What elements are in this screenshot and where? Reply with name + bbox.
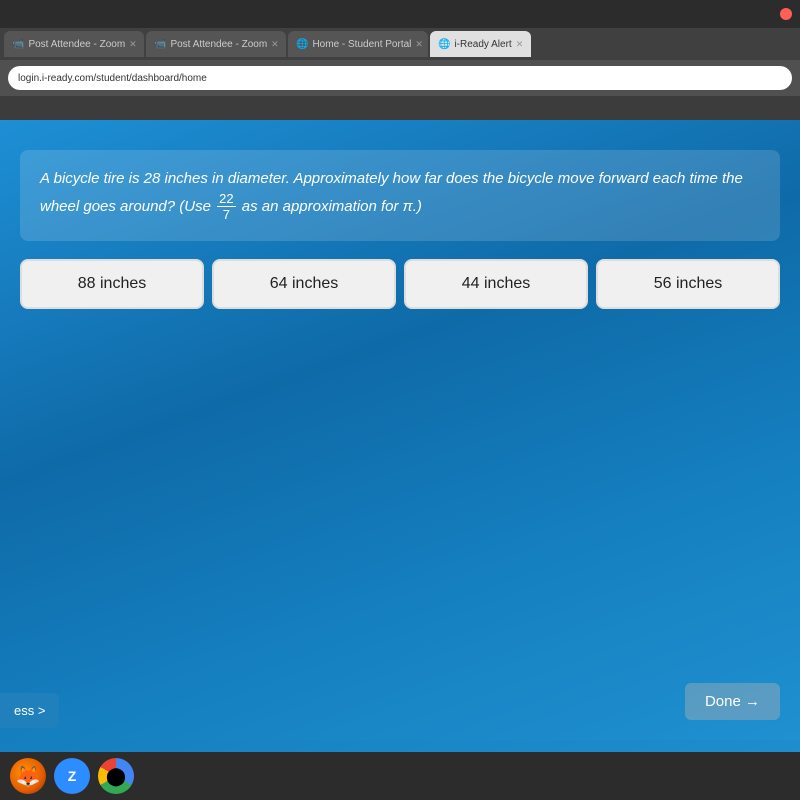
close-icon[interactable] bbox=[780, 8, 792, 20]
tab-post-attendee-2[interactable]: 📹 Post Attendee - Zoom ✕ bbox=[146, 31, 286, 57]
fraction: 22 7 bbox=[217, 191, 235, 223]
taskbar: 🦊 Z ⬤ bbox=[0, 752, 800, 800]
answer-56-inches[interactable]: 56 inches bbox=[596, 259, 780, 309]
tab-close-3[interactable]: ✕ bbox=[415, 39, 423, 50]
address-bar-row: login.i-ready.com/student/dashboard/home bbox=[0, 60, 800, 96]
answer-64-inches[interactable]: 64 inches bbox=[212, 259, 396, 309]
answer-88-label: 88 inches bbox=[78, 275, 147, 292]
address-bar[interactable]: login.i-ready.com/student/dashboard/home bbox=[8, 66, 792, 90]
done-button[interactable]: Done → bbox=[685, 683, 780, 720]
question-text-part2: as an approximation for π.) bbox=[242, 198, 422, 215]
content-area: A bicycle tire is 28 inches in diameter.… bbox=[0, 120, 800, 740]
tab-icon-3: 🌐 bbox=[296, 39, 308, 50]
answer-44-label: 44 inches bbox=[462, 275, 531, 292]
progress-button[interactable]: ess > bbox=[0, 693, 59, 728]
browser-chrome: 📹 Post Attendee - Zoom ✕ 📹 Post Attendee… bbox=[0, 0, 800, 120]
fraction-denominator: 7 bbox=[221, 207, 232, 223]
answer-44-inches[interactable]: 44 inches bbox=[404, 259, 588, 309]
tab-close-2[interactable]: ✕ bbox=[271, 39, 279, 50]
question-card: A bicycle tire is 28 inches in diameter.… bbox=[20, 150, 780, 241]
answers-row: 88 inches 64 inches 44 inches 56 inches bbox=[20, 259, 780, 309]
answer-88-inches[interactable]: 88 inches bbox=[20, 259, 204, 309]
tab-icon-2: 📹 bbox=[154, 39, 166, 50]
taskbar-chrome-icon[interactable]: ⬤ bbox=[98, 758, 134, 794]
url-text: login.i-ready.com/student/dashboard/home bbox=[18, 73, 207, 84]
answer-64-label: 64 inches bbox=[270, 275, 339, 292]
tab-icon-4: 🌐 bbox=[438, 39, 450, 50]
done-button-label: Done → bbox=[705, 693, 760, 710]
tab-iready-alert[interactable]: 🌐 i-Ready Alert ✕ bbox=[430, 31, 531, 57]
title-bar bbox=[0, 0, 800, 28]
tab-close-4[interactable]: ✕ bbox=[516, 39, 524, 50]
answer-56-label: 56 inches bbox=[654, 275, 723, 292]
taskbar-zoom-icon[interactable]: Z bbox=[54, 758, 90, 794]
tab-post-attendee-1[interactable]: 📹 Post Attendee - Zoom ✕ bbox=[4, 31, 144, 57]
tab-student-portal[interactable]: 🌐 Home - Student Portal ✕ bbox=[288, 31, 428, 57]
taskbar-firefox-icon[interactable]: 🦊 bbox=[10, 758, 46, 794]
fraction-numerator: 22 bbox=[217, 191, 235, 208]
tab-icon-1: 📹 bbox=[12, 39, 24, 50]
tab-close-1[interactable]: ✕ bbox=[129, 39, 137, 50]
progress-button-label: ess > bbox=[14, 703, 45, 718]
tabs-row: 📹 Post Attendee - Zoom ✕ 📹 Post Attendee… bbox=[0, 28, 800, 60]
